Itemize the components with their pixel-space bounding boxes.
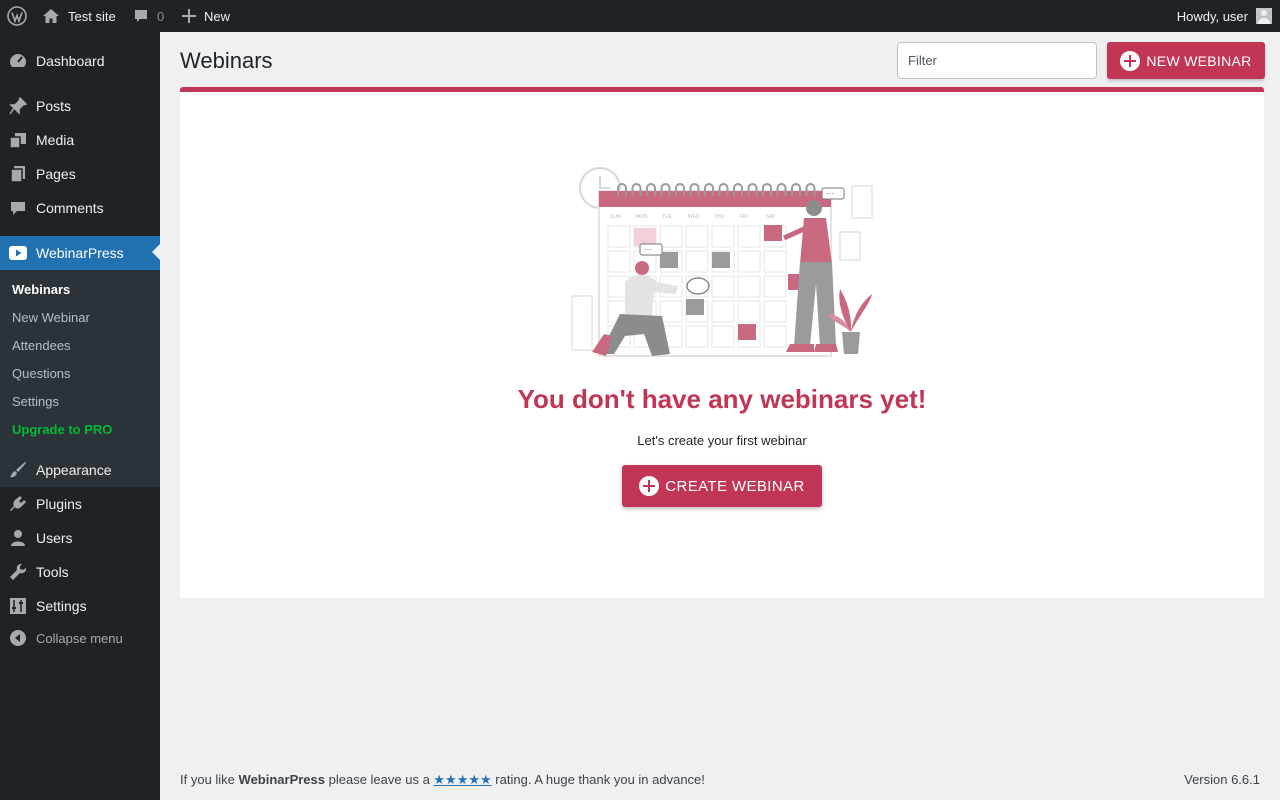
plug-icon: [0, 495, 36, 513]
submenu-item-settings[interactable]: Settings: [12, 392, 59, 412]
svg-text:···: ···: [644, 245, 652, 254]
video-play-icon: [0, 245, 36, 261]
menu-item-appearance[interactable]: Appearance: [0, 453, 160, 487]
wordpress-logo-icon[interactable]: [0, 0, 34, 32]
calendar-day-label: SAT: [766, 214, 775, 220]
site-name-link[interactable]: Test site: [42, 0, 116, 32]
menu-item-dashboard[interactable]: Dashboard: [0, 44, 160, 78]
menu-label-media: Media: [36, 132, 75, 148]
menu-label-tools: Tools: [36, 564, 69, 580]
plus-circle-icon: [639, 476, 660, 496]
comments-link[interactable]: 0: [133, 0, 164, 32]
collapse-arrow-icon: [0, 629, 36, 647]
wrench-icon: [0, 563, 36, 581]
collapse-menu-button[interactable]: Collapse menu: [0, 621, 160, 655]
user-icon: [0, 529, 36, 547]
menu-item-posts[interactable]: Posts: [0, 89, 160, 123]
home-icon: [43, 9, 59, 23]
plus-icon: [182, 9, 196, 23]
menu-label-pages: Pages: [36, 166, 76, 182]
pages-icon: [0, 165, 36, 183]
settings-sliders-icon: [0, 597, 36, 615]
new-webinar-button[interactable]: NEW WEBINAR: [1107, 42, 1265, 79]
menu-label-dashboard: Dashboard: [36, 53, 105, 69]
submenu-item-new-webinar[interactable]: New Webinar: [12, 308, 90, 328]
submenu-item-upgrade-pro[interactable]: Upgrade to PRO: [12, 420, 112, 440]
menu-item-pages[interactable]: Pages: [0, 157, 160, 191]
footer-thankyou: If you like WebinarPress please leave us…: [180, 772, 705, 788]
calendar-day-label: MON: [636, 214, 648, 220]
menu-item-comments[interactable]: Comments: [0, 191, 160, 225]
new-label: New: [204, 8, 231, 24]
my-account-link[interactable]: Howdy, user: [1177, 0, 1280, 32]
calendar-illustration: SUN MON TUE WED THU FRI SAT ··· ···: [571, 167, 873, 357]
submenu-item-questions[interactable]: Questions: [12, 364, 71, 384]
calendar-day-label: TUE: [662, 214, 673, 220]
media-icon: [0, 131, 36, 149]
create-webinar-label: CREATE WEBINAR: [665, 477, 805, 495]
create-webinar-button[interactable]: CREATE WEBINAR: [622, 465, 822, 507]
calendar-day-label: THU: [714, 214, 725, 220]
rating-stars-link[interactable]: ★★★★★: [433, 772, 491, 787]
menu-label-posts: Posts: [36, 98, 72, 114]
footer-text-middle: please leave us a: [325, 772, 434, 787]
menu-label-webinarpress: WebinarPress: [36, 245, 124, 261]
plus-circle-icon: [1120, 50, 1141, 71]
empty-state-subtitle: Let's create your first webinar: [637, 433, 807, 448]
menu-label-plugins: Plugins: [36, 496, 82, 512]
empty-state-title: You don't have any webinars yet!: [517, 384, 927, 414]
comment-bubble-icon: [135, 10, 147, 22]
pin-icon: [0, 97, 36, 115]
submenu-item-attendees[interactable]: Attendees: [12, 336, 71, 356]
site-name: Test site: [68, 8, 116, 24]
dashboard-icon: [0, 52, 36, 70]
footer-brand: WebinarPress: [238, 772, 325, 787]
new-webinar-label: NEW WEBINAR: [1146, 52, 1252, 69]
menu-label-appearance: Appearance: [36, 462, 112, 478]
admin-bar: Test site 0 New Howdy, user: [0, 0, 1280, 32]
menu-item-media[interactable]: Media: [0, 123, 160, 157]
menu-item-webinarpress[interactable]: WebinarPress: [0, 236, 160, 270]
menu-item-settings[interactable]: Settings: [0, 589, 160, 623]
menu-item-tools[interactable]: Tools: [0, 555, 160, 589]
page-title: Webinars: [180, 48, 273, 73]
svg-text:···: ···: [826, 189, 834, 198]
menu-label-users: Users: [36, 530, 73, 546]
howdy-text: Howdy, user: [1176, 8, 1248, 24]
footer-text-before: If you like: [180, 772, 239, 787]
empty-state-card: SUN MON TUE WED THU FRI SAT ··· ··· You don't …: [180, 87, 1264, 598]
brush-icon: [0, 461, 36, 479]
menu-label-settings: Settings: [36, 598, 87, 614]
footer-text-after: rating. A huge thank you in advance!: [491, 772, 705, 787]
menu-item-users[interactable]: Users: [0, 521, 160, 555]
footer-version: Version 6.6.1: [1184, 772, 1260, 787]
admin-menu: Dashboard Posts Media Pages Comments Web…: [0, 32, 160, 800]
submenu-item-webinars[interactable]: Webinars: [12, 280, 70, 300]
comment-icon: [0, 199, 36, 217]
calendar-day-label: SUN: [610, 214, 621, 220]
avatar: [1256, 8, 1272, 24]
calendar-day-label: FRI: [740, 214, 748, 220]
menu-label-comments: Comments: [36, 200, 104, 216]
new-content-link[interactable]: New: [182, 0, 230, 32]
filter-input[interactable]: [897, 42, 1097, 79]
menu-item-plugins[interactable]: Plugins: [0, 487, 160, 521]
collapse-menu-label: Collapse menu: [36, 630, 123, 646]
comments-count: 0: [157, 8, 165, 24]
calendar-day-label: WED: [688, 214, 700, 220]
